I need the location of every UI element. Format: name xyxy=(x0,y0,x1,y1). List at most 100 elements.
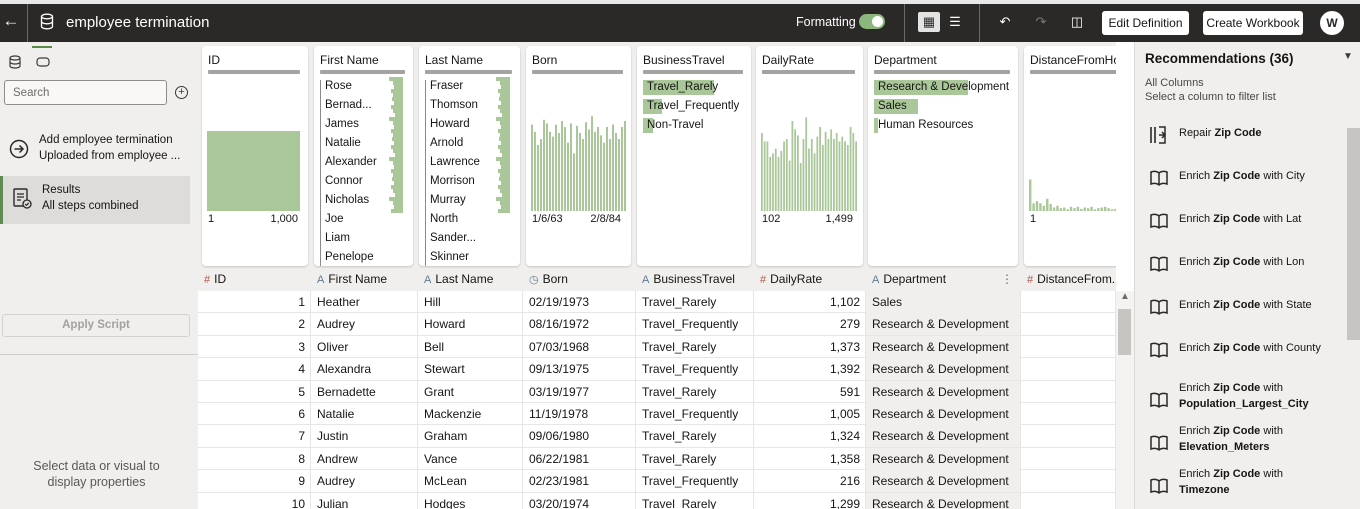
table-cell[interactable]: Research & Development xyxy=(866,313,1021,336)
profile-card-first-name[interactable]: First Name Rose Bernad... James Natalie Alex… xyxy=(314,46,413,266)
category-item[interactable]: Research & Development xyxy=(874,78,1018,96)
list-item[interactable]: Lawrence xyxy=(425,156,480,175)
column-header[interactable]: A Department ⋮ xyxy=(866,268,1021,291)
table-cell[interactable]: 216 xyxy=(754,470,866,493)
category-item[interactable]: Non-Travel xyxy=(643,116,751,134)
table-cell[interactable]: 09/06/1980 xyxy=(523,425,636,448)
table-cell[interactable]: Travel_Frequently xyxy=(636,470,754,493)
table-row[interactable]: 7 Justin Graham 09/06/1980 Travel_Rarely 1,32… xyxy=(198,425,1116,448)
step-results[interactable]: Results All steps combined xyxy=(0,176,190,224)
table-cell[interactable]: Oliver xyxy=(311,335,418,358)
preview-icon[interactable]: ◫ xyxy=(1066,12,1088,32)
grid-scrollbar[interactable]: ▲ xyxy=(1116,291,1134,509)
table-cell[interactable] xyxy=(1021,403,1116,425)
table-cell[interactable]: 06/22/1981 xyxy=(523,447,636,470)
scroll-up-icon[interactable]: ▲ xyxy=(1120,291,1130,302)
recommendation-item[interactable]: Enrich Zip Code with Elevation_Meters xyxy=(1145,423,1345,461)
table-row[interactable]: 4 Alexandra Stewart 09/13/1975 Travel_Freque… xyxy=(198,358,1116,381)
chevron-down-icon[interactable]: ▼ xyxy=(1343,51,1353,62)
table-cell[interactable]: 08/16/1972 xyxy=(523,313,636,336)
table-row[interactable]: 5 Bernadette Grant 03/19/1977 Travel_Rarely 5… xyxy=(198,380,1116,403)
table-cell[interactable]: 2 xyxy=(198,313,311,336)
apply-script-button[interactable]: Apply Script xyxy=(2,314,190,337)
table-cell[interactable]: 9 xyxy=(198,470,311,493)
table-cell[interactable]: 02/19/1973 xyxy=(523,291,636,313)
table-cell[interactable]: 7 xyxy=(198,425,311,448)
grid-view-icon[interactable]: ▦ xyxy=(918,12,940,32)
table-cell[interactable]: Bell xyxy=(418,335,523,358)
recommendations-scrollbar[interactable] xyxy=(1343,112,1360,509)
table-cell[interactable]: Audrey xyxy=(311,313,418,336)
column-header[interactable]: # DistanceFrom... xyxy=(1021,268,1116,291)
table-cell[interactable] xyxy=(1021,492,1116,509)
table-cell[interactable]: 5 xyxy=(198,380,311,403)
add-icon[interactable]: + xyxy=(175,86,188,99)
recommendation-item[interactable]: Enrich Zip Code with Lon xyxy=(1145,251,1345,289)
table-row[interactable]: 2 Audrey Howard 08/16/1972 Travel_Frequently… xyxy=(198,313,1116,336)
table-cell[interactable]: 1,358 xyxy=(754,447,866,470)
profile-card-business-travel[interactable]: BusinessTravel Travel_Rarely Travel_Frequ… xyxy=(637,46,751,266)
table-cell[interactable]: Hill xyxy=(418,291,523,313)
table-cell[interactable]: Stewart xyxy=(418,358,523,381)
column-header[interactable]: ◷ Born xyxy=(523,268,636,291)
recommendation-item[interactable]: Enrich Zip Code with State xyxy=(1145,294,1345,332)
profile-card-last-name[interactable]: Last Name Fraser Thomson Howard Arnold Lawre… xyxy=(419,46,520,266)
undo-icon[interactable]: ↶ xyxy=(994,12,1016,32)
profile-card-department[interactable]: Department Research & Development Sales Hu… xyxy=(868,46,1018,266)
table-cell[interactable]: Research & Development xyxy=(866,335,1021,358)
table-row[interactable]: 1 Heather Hill 02/19/1973 Travel_Rarely 1,102… xyxy=(198,291,1116,314)
table-cell[interactable]: 03/19/1977 xyxy=(523,380,636,403)
recommendation-item[interactable]: Enrich Zip Code with City xyxy=(1145,165,1345,203)
list-item[interactable]: Murray xyxy=(425,194,466,213)
table-cell[interactable]: 1,324 xyxy=(754,425,866,448)
table-cell[interactable]: Travel_Rarely xyxy=(636,380,754,403)
table-cell[interactable]: Travel_Rarely xyxy=(636,492,754,509)
scroll-thumb[interactable] xyxy=(1118,309,1131,355)
table-cell[interactable]: 591 xyxy=(754,380,866,403)
list-item[interactable]: Rose xyxy=(320,80,352,99)
profile-card-distance[interactable]: DistanceFromHo... 1 xyxy=(1024,46,1116,266)
create-workbook-button[interactable]: Create Workbook xyxy=(1203,11,1303,35)
table-cell[interactable]: 10 xyxy=(198,492,311,509)
table-cell[interactable] xyxy=(1021,380,1116,403)
table-row[interactable]: 10 Julian Hodges 03/20/1974 Travel_Rarely 1,2… xyxy=(198,492,1116,509)
table-cell[interactable]: Grant xyxy=(418,380,523,403)
table-cell[interactable] xyxy=(1021,425,1116,448)
table-cell[interactable]: Natalie xyxy=(311,403,418,425)
category-item[interactable]: Travel_Rarely xyxy=(643,78,751,96)
profile-card-daily-rate[interactable]: DailyRate 102 1,499 xyxy=(756,46,863,266)
list-item[interactable]: Thomson xyxy=(425,99,478,118)
list-item[interactable]: Penelope xyxy=(320,251,374,266)
column-header[interactable]: # DailyRate xyxy=(754,268,866,291)
list-item[interactable]: Nicholas xyxy=(320,194,369,213)
column-header[interactable]: # ID xyxy=(198,268,311,291)
column-menu-icon[interactable]: ⋮ xyxy=(1001,268,1013,291)
list-item[interactable]: Howard xyxy=(425,118,470,137)
table-cell[interactable]: 11/19/1978 xyxy=(523,403,636,425)
table-cell[interactable]: 1 xyxy=(198,291,311,313)
table-cell[interactable]: 1,373 xyxy=(754,335,866,358)
table-cell[interactable]: Travel_Rarely xyxy=(636,425,754,448)
table-cell[interactable]: Justin xyxy=(311,425,418,448)
list-item[interactable]: Arnold xyxy=(425,137,463,156)
list-item[interactable]: Bernad... xyxy=(320,99,372,118)
table-cell[interactable]: Travel_Rarely xyxy=(636,335,754,358)
list-item[interactable]: James xyxy=(320,118,359,137)
table-cell[interactable] xyxy=(1021,335,1116,358)
column-header[interactable]: A First Name xyxy=(311,268,418,291)
category-item[interactable]: Travel_Frequently xyxy=(643,97,751,115)
table-cell[interactable]: Travel_Rarely xyxy=(636,447,754,470)
table-cell[interactable]: Bernadette xyxy=(311,380,418,403)
table-cell[interactable]: Research & Development xyxy=(866,403,1021,425)
table-row[interactable]: 9 Audrey McLean 02/23/1981 Travel_Frequently… xyxy=(198,470,1116,493)
table-cell[interactable]: Research & Development xyxy=(866,358,1021,381)
table-cell[interactable]: 02/23/1981 xyxy=(523,470,636,493)
table-cell[interactable]: Andrew xyxy=(311,447,418,470)
user-avatar[interactable]: W xyxy=(1320,11,1344,35)
data-tab-icon[interactable] xyxy=(7,54,23,70)
scroll-thumb[interactable] xyxy=(1347,128,1360,340)
table-cell[interactable]: 3 xyxy=(198,335,311,358)
formatting-toggle[interactable] xyxy=(859,14,885,29)
table-cell[interactable]: 279 xyxy=(754,313,866,336)
table-cell[interactable]: Travel_Frequently xyxy=(636,403,754,425)
